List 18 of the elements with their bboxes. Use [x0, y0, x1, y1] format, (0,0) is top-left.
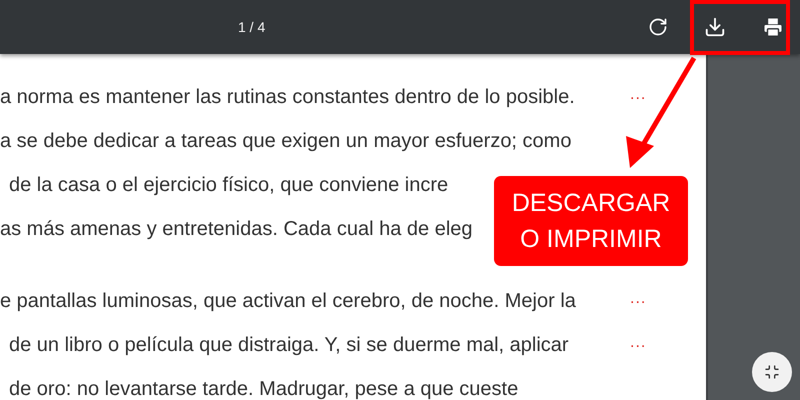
document-text-line: a se debe dedicar a tareas que exigen un mayor esfuerzo; como [0, 130, 572, 153]
more-marker: ... [630, 290, 646, 308]
fit-page-button[interactable] [752, 352, 792, 392]
more-marker: ... [630, 86, 646, 104]
shrink-icon [764, 364, 780, 380]
document-text-line: e pantallas luminosas, que activan el cerebro, de noche. Mejor la [0, 290, 576, 313]
document-text-line: de oro: no levantarse tarde. Madrugar, pese a que cueste [9, 378, 518, 400]
callout-text: O IMPRIMIR [520, 224, 662, 255]
document-text-line: de la casa o el ejercicio físico, que conviene incre [9, 174, 448, 197]
more-marker: ... [630, 334, 646, 352]
page-indicator: 1 / 4 [238, 19, 266, 35]
rotate-icon [648, 17, 668, 37]
printer-icon [762, 16, 784, 38]
document-text-line: de un libro o película que distraiga. Y, si se duerme mal, aplicar [9, 334, 569, 357]
document-text-line: a norma es mantener las rutinas constantes dentro de lo posible. [0, 86, 575, 109]
download-icon [704, 16, 726, 38]
document-text-line: as más amenas y entretenidas. Cada cual ha de eleg [0, 218, 473, 241]
callout-text: DESCARGAR [512, 188, 670, 219]
